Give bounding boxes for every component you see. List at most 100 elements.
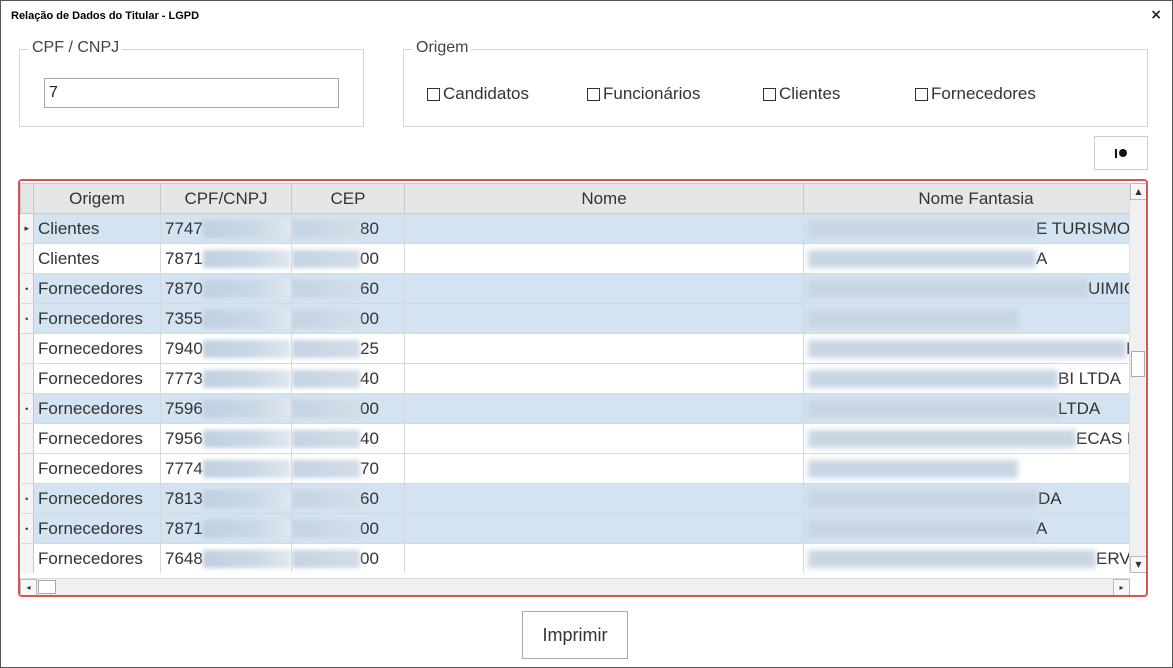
cell-cpf-cnpj[interactable]: 7774	[160, 453, 292, 484]
cell-origem[interactable]: Clientes	[33, 243, 161, 274]
row-indicator-icon[interactable]: •	[20, 273, 34, 304]
cell-cpf-cnpj[interactable]: 7596	[160, 393, 292, 424]
checkbox-box-icon[interactable]	[763, 87, 776, 101]
table-row[interactable]: Fornecedores7940 25 PORTES LT	[20, 333, 1130, 364]
table-row[interactable]: • Fornecedores 7813 60 DA	[20, 483, 1130, 514]
cell-nome-fantasia[interactable]: A	[803, 243, 1130, 274]
cell-nome[interactable]	[404, 393, 804, 424]
cell-nome-fantasia[interactable]: DA	[803, 483, 1130, 514]
fornecedores-checkbox[interactable]: Fornecedores	[915, 84, 1036, 104]
table-row[interactable]: • Fornecedores 7871 00 A	[20, 513, 1130, 544]
cell-origem[interactable]: Fornecedores	[33, 273, 161, 304]
cell-nome-fantasia[interactable]: BI LTDA	[803, 363, 1130, 394]
cell-nome-fantasia[interactable]	[803, 453, 1130, 484]
cell-nome[interactable]	[404, 273, 804, 304]
checkbox-box-icon[interactable]	[427, 87, 440, 101]
horizontal-scroll-thumb[interactable]	[38, 580, 56, 594]
cell-cpf-cnpj[interactable]: 7940	[160, 333, 292, 364]
cell-nome[interactable]	[404, 423, 804, 454]
checkbox-box-icon[interactable]	[915, 87, 928, 101]
table-row[interactable]: Clientes 7871 00 A	[20, 243, 1130, 274]
close-icon[interactable]: ×	[1150, 7, 1162, 23]
cell-cep[interactable]: 00	[291, 513, 405, 544]
table-row[interactable]: • Fornecedores 7355 00	[20, 303, 1130, 334]
row-indicator-icon[interactable]: •	[20, 393, 34, 424]
cell-origem[interactable]: Fornecedores	[33, 363, 161, 394]
cell-nome-fantasia[interactable]	[803, 303, 1130, 334]
cell-cep[interactable]: 00	[291, 243, 405, 274]
cell-nome[interactable]	[404, 333, 804, 364]
cell-cep[interactable]: 40	[291, 363, 405, 394]
row-indicator-icon[interactable]: •	[20, 513, 34, 544]
cell-cep[interactable]: 00	[291, 543, 405, 573]
cell-nome[interactable]	[404, 363, 804, 394]
funcionarios-checkbox[interactable]: Funcionários	[587, 84, 700, 104]
cell-origem[interactable]: Fornecedores	[33, 393, 161, 424]
cell-origem[interactable]: Clientes	[33, 213, 161, 244]
column-header-nome-fantasia[interactable]: Nome Fantasia	[803, 183, 1130, 214]
cell-nome-fantasia[interactable]: ERVICOS E C	[803, 543, 1130, 573]
cell-cpf-cnpj[interactable]: 7871	[160, 243, 292, 274]
table-row[interactable]: •Fornecedores7870 60 UIMICOS EI	[20, 273, 1130, 304]
column-header-cep[interactable]: CEP	[291, 183, 405, 214]
cell-origem[interactable]: Fornecedores	[33, 483, 161, 514]
clientes-checkbox[interactable]: Clientes	[763, 84, 840, 104]
column-header-nome[interactable]: Nome	[404, 183, 804, 214]
cell-cep[interactable]: 60	[291, 483, 405, 514]
cell-nome-fantasia[interactable]: E TURISMO	[803, 213, 1130, 244]
row-indicator-icon[interactable]	[20, 453, 34, 484]
cpf-cnpj-input[interactable]	[44, 78, 339, 108]
cell-cep[interactable]: 40	[291, 423, 405, 454]
horizontal-scrollbar[interactable]: ◂ ▸	[20, 578, 1130, 595]
cell-cep[interactable]: 25	[291, 333, 405, 364]
row-indicator-icon[interactable]: •	[20, 303, 34, 334]
cell-cpf-cnpj[interactable]: 7956	[160, 423, 292, 454]
cell-cpf-cnpj[interactable]: 7871	[160, 513, 292, 544]
row-indicator-icon[interactable]	[20, 543, 34, 573]
cell-cep[interactable]: 00	[291, 393, 405, 424]
cell-nome[interactable]	[404, 543, 804, 573]
row-indicator-icon[interactable]: •	[20, 483, 34, 514]
cell-cpf-cnpj[interactable]: 7648	[160, 543, 292, 573]
record-button[interactable]	[1094, 136, 1148, 170]
cell-nome-fantasia[interactable]: ECAS PARA	[803, 423, 1130, 454]
scroll-left-icon[interactable]: ◂	[20, 579, 37, 595]
cell-cpf-cnpj[interactable]: 7813	[160, 483, 292, 514]
row-indicator-icon[interactable]: ▸	[20, 213, 34, 244]
cell-nome-fantasia[interactable]: A	[803, 513, 1130, 544]
column-header-origem[interactable]: Origem	[33, 183, 161, 214]
cell-nome-fantasia[interactable]: PORTES LT	[803, 333, 1130, 364]
print-button[interactable]: Imprimir	[522, 611, 628, 659]
cell-cep[interactable]: 80	[291, 213, 405, 244]
row-indicator-icon[interactable]	[20, 333, 34, 364]
scroll-right-icon[interactable]: ▸	[1113, 579, 1130, 595]
candidatos-checkbox[interactable]: Candidatos	[427, 84, 529, 104]
cell-nome-fantasia[interactable]: LTDA	[803, 393, 1130, 424]
cell-nome[interactable]	[404, 453, 804, 484]
cell-nome[interactable]	[404, 213, 804, 244]
vertical-scrollbar[interactable]: ▲ ▼	[1129, 183, 1146, 573]
cell-cpf-cnpj[interactable]: 7747	[160, 213, 292, 244]
cell-origem[interactable]: Fornecedores	[33, 303, 161, 334]
cell-cep[interactable]: 70	[291, 453, 405, 484]
table-row[interactable]: Fornecedores7648 00 ERVICOS E C	[20, 543, 1130, 573]
row-indicator-icon[interactable]	[20, 243, 34, 274]
cell-cep[interactable]: 00	[291, 303, 405, 334]
table-row[interactable]: ▸ Clientes 7747 80 E TURISMO	[20, 213, 1130, 244]
cell-cpf-cnpj[interactable]: 7773	[160, 363, 292, 394]
checkbox-box-icon[interactable]	[587, 87, 600, 101]
cell-origem[interactable]: Fornecedores	[33, 513, 161, 544]
column-header-cpf-cnpj[interactable]: CPF/CNPJ	[160, 183, 292, 214]
cell-origem[interactable]: Fornecedores	[33, 453, 161, 484]
cell-nome[interactable]	[404, 513, 804, 544]
table-row[interactable]: Fornecedores 7773 40 BI LTDA	[20, 363, 1130, 394]
cell-cep[interactable]: 60	[291, 273, 405, 304]
cell-nome[interactable]	[404, 303, 804, 334]
table-row[interactable]: Fornecedores7956 40 ECAS PARA	[20, 423, 1130, 454]
table-row[interactable]: • Fornecedores 7596 00 LTDA	[20, 393, 1130, 424]
cell-origem[interactable]: Fornecedores	[33, 423, 161, 454]
table-row[interactable]: Fornecedores 7774 70	[20, 453, 1130, 484]
cell-origem[interactable]: Fornecedores	[33, 543, 161, 573]
cell-cpf-cnpj[interactable]: 7870	[160, 273, 292, 304]
scroll-up-icon[interactable]: ▲	[1130, 183, 1146, 200]
